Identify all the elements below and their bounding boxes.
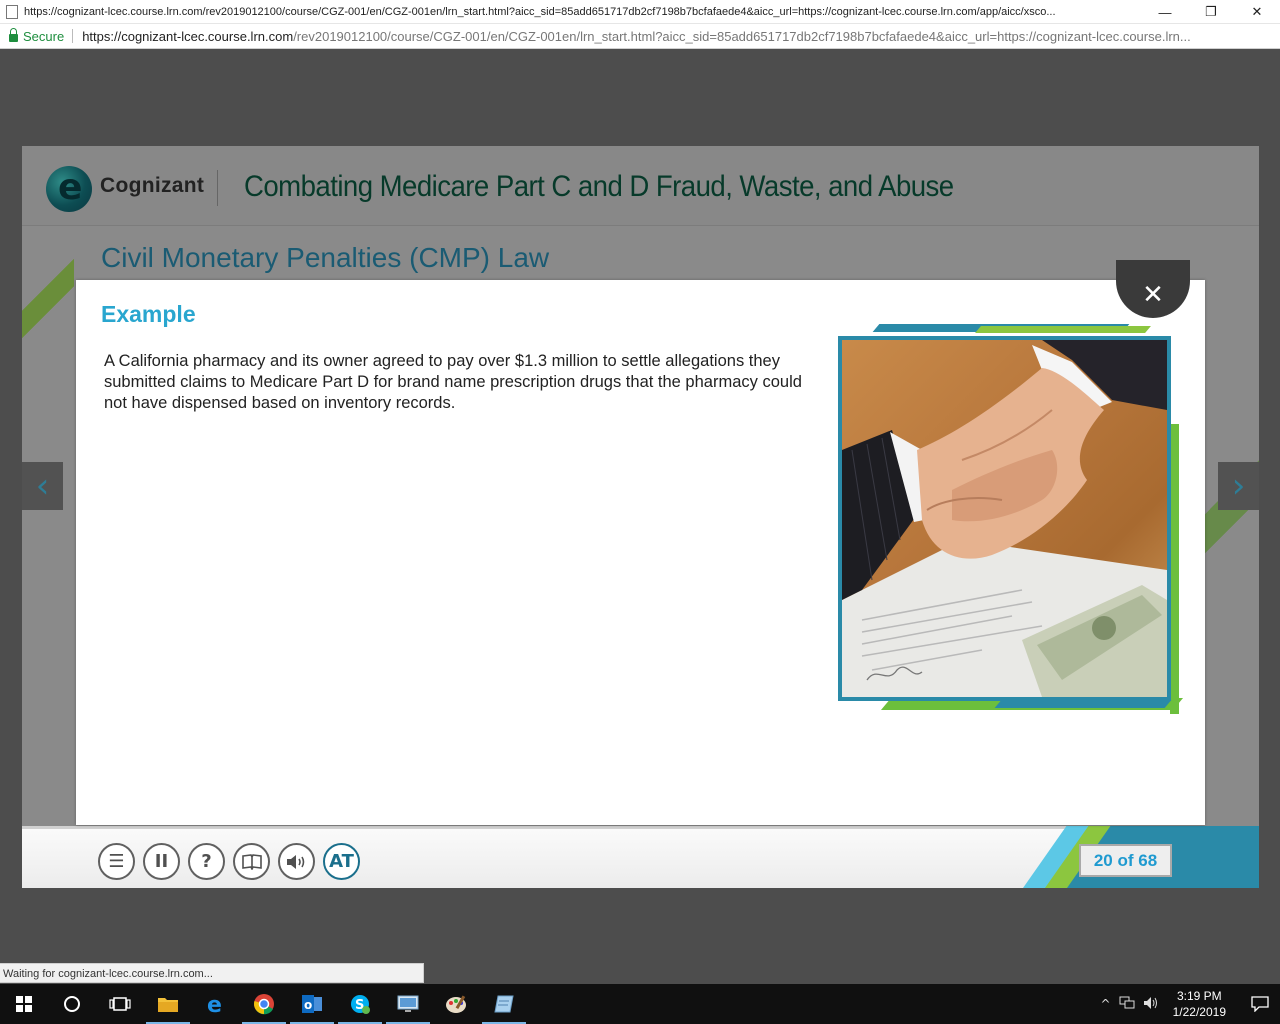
previous-slide-button[interactable]: ‹	[22, 462, 63, 510]
start-button[interactable]	[0, 984, 48, 1024]
monitor-icon	[397, 995, 419, 1012]
minimize-button[interactable]: —	[1142, 0, 1188, 24]
audio-button[interactable]	[278, 843, 315, 880]
modal-close-button[interactable]: ✕	[1116, 260, 1190, 318]
menu-button[interactable]: ☰	[98, 843, 135, 880]
edge-button[interactable]: e	[192, 984, 240, 1024]
decorative-stripe-left	[22, 238, 74, 368]
skype-icon: S	[351, 995, 370, 1014]
glossary-button[interactable]	[233, 843, 270, 880]
outlook-button[interactable]: o	[288, 984, 336, 1024]
restore-button[interactable]: ❐	[1188, 0, 1234, 24]
url-path: /rev2019012100/course/CGZ-001/en/CGZ-001…	[293, 28, 1191, 44]
windows-logo-icon	[16, 996, 32, 1012]
close-window-button[interactable]: ✕	[1234, 0, 1280, 24]
slide-heading: Civil Monetary Penalties (CMP) Law	[101, 242, 550, 273]
logo-text: Cognizant	[100, 174, 205, 197]
player-header: Cognizant Combating Medicare Part C and …	[22, 146, 1259, 226]
secure-label: Secure	[23, 28, 65, 44]
next-slide-button[interactable]: ›	[1218, 462, 1259, 510]
accessibility-text-button[interactable]: AT	[323, 843, 360, 880]
taskbar-clock[interactable]: 3:19 PM 1/22/2019	[1173, 988, 1226, 1020]
svg-text:e: e	[207, 993, 222, 1015]
notification-icon	[1251, 996, 1269, 1012]
address-bar[interactable]: Secure https://cognizant-lcec.course.lrn…	[0, 24, 1280, 49]
lock-icon	[9, 28, 18, 42]
task-view-icon	[109, 997, 131, 1011]
handshake-image-frame	[838, 324, 1184, 714]
search-circle-icon	[64, 996, 80, 1012]
chrome-icon	[254, 994, 274, 1015]
url-host: https://cognizant-lcec.course.lrn.com	[82, 28, 294, 44]
windows-taskbar: e o S ^ 3:19 PM 1/22/2019	[0, 984, 1280, 1024]
file-explorer-button[interactable]	[144, 984, 192, 1024]
frame-stripe-bottom-teal	[994, 700, 1172, 708]
network-icon[interactable]	[1119, 996, 1135, 1013]
decorative-stripe-right	[1199, 416, 1259, 616]
system-tray: ^ 3:19 PM 1/22/2019	[1101, 984, 1280, 1024]
clock-date: 1/22/2019	[1172, 1005, 1226, 1019]
cognizant-logo-icon	[46, 166, 92, 212]
folder-icon	[158, 998, 178, 1012]
handshake-photo	[838, 336, 1171, 701]
notepad-icon	[494, 995, 514, 1013]
modal-title: Example	[101, 301, 196, 327]
address-separator	[72, 29, 74, 43]
paint-button[interactable]	[432, 984, 480, 1024]
notepad-button[interactable]	[480, 984, 528, 1024]
course-title: Combating Medicare Part C and D Fraud, W…	[244, 170, 954, 203]
frame-stripe-right	[1170, 424, 1179, 714]
book-icon	[241, 853, 262, 870]
page-counter: 20 of 68	[1079, 844, 1172, 877]
skype-button[interactable]: S	[336, 984, 384, 1024]
page-icon	[6, 4, 18, 19]
pause-button[interactable]: II	[143, 843, 180, 880]
header-divider	[217, 170, 218, 206]
example-modal: ✕ Example A California pharmacy and its …	[76, 260, 1205, 825]
frame-stripe-top-green	[975, 326, 1151, 333]
search-button[interactable]	[48, 984, 96, 1024]
player-controls: ☰ II ? AT	[98, 843, 360, 880]
svg-text:o: o	[304, 998, 312, 1012]
task-view-button[interactable]	[96, 984, 144, 1024]
volume-icon[interactable]	[1143, 996, 1159, 1013]
clock-time: 3:19 PM	[1176, 989, 1222, 1003]
edge-icon: e	[207, 993, 222, 1015]
outlook-icon: o	[302, 995, 322, 1013]
speaker-icon	[286, 854, 304, 869]
action-center-button[interactable]	[1240, 984, 1280, 1024]
remote-desktop-button[interactable]	[384, 984, 432, 1024]
browser-status-bar: Waiting for cognizant-lcec.course.lrn.co…	[0, 963, 424, 983]
browser-titlebar: https://cognizant-lcec.course.lrn.com/re…	[0, 0, 1280, 24]
chrome-button[interactable]	[240, 984, 288, 1024]
window-controls: — ❐ ✕	[1142, 0, 1280, 24]
modal-body-text: A California pharmacy and its owner agre…	[104, 352, 802, 412]
help-button[interactable]: ?	[188, 843, 225, 880]
show-hidden-icons-chevron-icon[interactable]: ^	[1101, 997, 1111, 1011]
palette-icon	[446, 995, 466, 1013]
url-text[interactable]: https://cognizant-lcec.course.lrn.com/re…	[82, 29, 1272, 44]
window-title: https://cognizant-lcec.course.lrn.com/re…	[24, 5, 1056, 18]
handshake-illustration	[842, 340, 1167, 697]
